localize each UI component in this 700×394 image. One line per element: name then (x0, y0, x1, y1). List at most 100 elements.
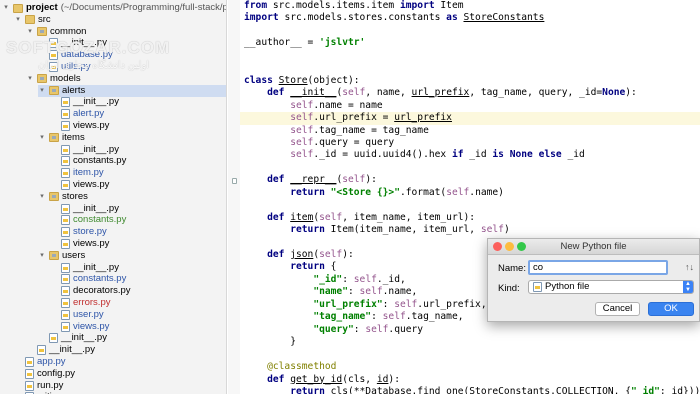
package-folder-icon (49, 133, 59, 143)
expand-arrow-icon[interactable]: ▾ (38, 132, 46, 144)
code-line: self.url_prefix = url_prefix (244, 112, 452, 125)
python-file-icon (37, 345, 46, 356)
code-token: "name" (313, 286, 348, 298)
code-token: : (382, 298, 395, 310)
python-file-icon (61, 309, 70, 320)
ok-button[interactable]: OK (648, 302, 694, 316)
tree-item[interactable]: __init__.py (50, 96, 119, 108)
python-file-icon (25, 357, 34, 367)
tree-item[interactable]: ▾ alerts (38, 84, 226, 97)
kind-select[interactable]: Python file ▲ ▼ (528, 280, 694, 294)
code-token: ._id = uuid.uuid4().hex (313, 149, 452, 161)
tree-item[interactable]: views.py (50, 321, 109, 333)
python-file-icon (61, 121, 70, 131)
tree-item[interactable]: config.py (14, 368, 75, 380)
expand-arrow-icon[interactable]: ▾ (2, 2, 10, 14)
cancel-button[interactable]: Cancel (595, 302, 640, 316)
tree-item[interactable]: __init__.py (26, 344, 95, 356)
name-label: Name: (498, 263, 526, 274)
tree-item[interactable]: store.py (50, 226, 107, 238)
tree-item[interactable]: ▾ items (38, 131, 85, 144)
tree-item[interactable]: views.py (50, 238, 109, 250)
tree-item[interactable]: constants.py (50, 214, 126, 226)
expand-arrow-icon[interactable]: ▾ (14, 14, 22, 26)
code-line: self.query = query (244, 137, 394, 150)
tree-item[interactable]: ▾ stores (38, 191, 88, 203)
tree-item-label: stores (62, 190, 88, 202)
expand-arrow-icon[interactable]: ▾ (38, 250, 46, 262)
expand-arrow-icon[interactable]: ▾ (38, 85, 46, 97)
code-token: .name) (469, 186, 504, 198)
code-token: self (353, 273, 377, 285)
tree-item-label: items (62, 131, 85, 143)
code-token: ._id, (376, 273, 406, 285)
code-line: def item(self, item_name, item_url): (244, 212, 475, 225)
code-line: "name": self.name, (244, 286, 417, 299)
python-file-icon (61, 203, 70, 214)
tree-item[interactable]: constants.py (50, 155, 126, 167)
tree-item-label: constants.py (73, 155, 127, 167)
code-token: url_prefix (394, 112, 452, 124)
tree-item-label: views.py (73, 320, 110, 332)
tree-item[interactable]: constants.py (50, 273, 126, 285)
tree-item[interactable]: __init__.py (50, 144, 119, 156)
tree-item[interactable]: alert.py (50, 108, 104, 120)
tree-item[interactable]: ▾ models (26, 73, 80, 85)
tree-item[interactable]: __init__.py (38, 332, 107, 344)
expand-arrow-icon[interactable]: ▾ (38, 191, 46, 203)
tree-item[interactable]: decorators.py (50, 285, 131, 297)
python-file-icon (61, 215, 70, 226)
package-folder-icon (49, 251, 59, 261)
code-token: Item (440, 0, 464, 11)
code-token: .query = query (313, 136, 395, 148)
fold-marker-icon[interactable] (232, 178, 237, 184)
code-token: __init__ (290, 87, 337, 99)
tree-item[interactable]: errors.py (50, 297, 110, 309)
code-token: , name, (365, 87, 412, 99)
code-token: , tag_name, query, _id= (469, 87, 603, 99)
tree-item[interactable]: item.py (50, 167, 104, 179)
python-file-icon (61, 274, 70, 285)
tree-item[interactable]: run.py (14, 380, 63, 392)
tree-item[interactable]: ▾ common (26, 26, 86, 38)
code-token: : (353, 323, 366, 335)
sort-arrows-icon[interactable]: ↑↓ (685, 262, 694, 272)
code-token: src.models.items.item (272, 0, 400, 11)
tree-item-label: users (62, 249, 86, 261)
name-input[interactable] (528, 260, 668, 275)
tree-item[interactable]: __init__.py (50, 262, 119, 274)
tree-item-label: views.py (73, 179, 110, 190)
code-line: from src.models.items.item import Item (244, 0, 464, 13)
tree-item[interactable]: ▾ users (38, 250, 85, 262)
package-folder-icon (37, 27, 47, 37)
code-token: def (267, 211, 291, 223)
code-token: .name = name (313, 99, 383, 111)
package-folder-icon (37, 74, 47, 84)
tree-item[interactable]: user.py (50, 309, 104, 321)
code-token: self (319, 249, 343, 260)
tree-item[interactable]: __init__.py (50, 203, 119, 215)
expand-arrow-icon[interactable]: ▾ (26, 73, 34, 85)
code-token: .query (388, 323, 424, 335)
tree-item[interactable]: views.py (50, 120, 109, 132)
code-token: .name, (382, 286, 418, 298)
expand-arrow-icon[interactable]: ▾ (26, 26, 34, 38)
tree-item[interactable]: ▾ project (~/Documents/Programming/full-s… (2, 2, 226, 14)
python-file-icon (61, 109, 70, 120)
tree-item[interactable]: ▾ src (14, 14, 50, 26)
code-editor[interactable]: from src.models.items.item import Item im… (240, 0, 700, 394)
code-token: .url_prefix, (417, 298, 487, 310)
code-token: src.models.stores.constants (284, 12, 447, 24)
code-token: self (446, 186, 470, 198)
tree-item[interactable]: views.py (50, 179, 109, 191)
tree-item-label: store.py (73, 226, 107, 238)
tree-item[interactable]: app.py (14, 356, 66, 368)
tree-item-label: constants.py (73, 214, 127, 226)
kind-select-value: Python file (545, 281, 590, 292)
folder-icon (25, 15, 35, 25)
